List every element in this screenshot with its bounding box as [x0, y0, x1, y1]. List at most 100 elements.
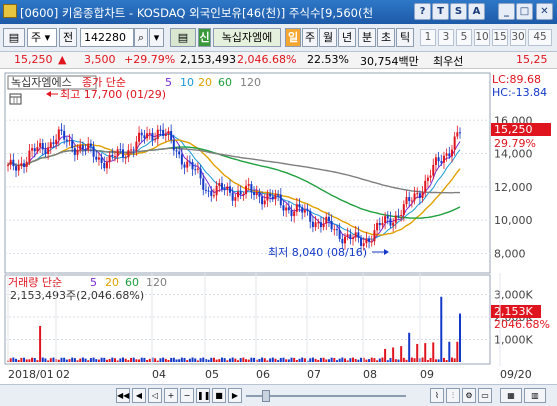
- code-input[interactable]: 142280: [80, 28, 134, 47]
- help-button[interactable]: ?: [414, 3, 431, 20]
- chart-type-a-icon[interactable]: ⌇: [430, 388, 444, 403]
- candle-body: [392, 222, 395, 226]
- scroll-first-icon[interactable]: ◀◀: [116, 388, 130, 403]
- scroll-prev-icon[interactable]: ◀: [132, 388, 146, 403]
- auto-button[interactable]: A: [468, 3, 485, 20]
- period-second[interactable]: 초: [377, 28, 395, 47]
- volume-bar: [459, 313, 461, 362]
- candle-body: [317, 222, 320, 224]
- date-label: 09/20: [500, 368, 532, 381]
- chart-type-icon[interactable]: ▤: [170, 28, 196, 47]
- volume-bar: [89, 358, 92, 362]
- volume-bar: [368, 359, 371, 362]
- interval-45[interactable]: 45: [528, 29, 552, 46]
- grid-icon[interactable]: ▦: [500, 388, 522, 403]
- volume-bar: [322, 357, 325, 362]
- candle-body: [87, 143, 90, 150]
- period-year[interactable]: 년: [338, 28, 356, 47]
- candle-body: [421, 192, 424, 198]
- minimize-button[interactable]: _: [498, 3, 515, 20]
- volume-bar: [113, 358, 116, 362]
- candle-body: [450, 149, 453, 157]
- candle-body: [402, 204, 405, 215]
- volume-bar: [370, 357, 373, 362]
- maximize-button[interactable]: □: [516, 3, 533, 20]
- volume-bar: [242, 357, 245, 362]
- volume-bar: [81, 357, 84, 362]
- stop-icon[interactable]: ■: [212, 388, 226, 403]
- price-volume-chart[interactable]: 녹십자엠에스 종가 단순 5 10 20 60 120 최고 17,700 (0…: [0, 70, 557, 382]
- volume-bar: [237, 360, 240, 362]
- market-select-value: 주: [31, 31, 42, 44]
- search-icon[interactable]: ⌕: [134, 28, 148, 47]
- interval-30[interactable]: 30: [510, 29, 526, 46]
- zoom-out-icon[interactable]: −: [180, 388, 194, 403]
- candle-body: [368, 238, 371, 242]
- scroll-track[interactable]: [246, 395, 406, 397]
- scroll-back-icon[interactable]: ◁: [148, 388, 162, 403]
- fit-icon[interactable]: ▭: [478, 388, 492, 403]
- save-image-button[interactable]: S: [450, 3, 467, 20]
- candle-body: [228, 186, 231, 193]
- candle-body: [162, 129, 165, 136]
- candle-body: [223, 189, 226, 191]
- right-price: 15,25: [516, 53, 548, 66]
- candle-body: [76, 149, 79, 155]
- volume-bar: [400, 346, 403, 362]
- period-week[interactable]: 주: [302, 28, 318, 47]
- candle-body: [314, 222, 317, 228]
- period-minute[interactable]: 분: [358, 28, 376, 47]
- stock-name-button[interactable]: 녹십자엠에: [213, 28, 281, 47]
- candle-body: [343, 236, 346, 244]
- interval-3[interactable]: 3: [438, 29, 454, 46]
- volume-bar: [349, 358, 352, 362]
- candle-body: [306, 210, 309, 212]
- close-button[interactable]: ✕: [536, 3, 553, 20]
- candle-body: [156, 129, 159, 140]
- volume-bar: [354, 359, 357, 362]
- candle-body: [175, 150, 178, 152]
- volume-bar: [258, 358, 261, 362]
- candle-body: [279, 194, 282, 206]
- candle-body: [295, 204, 298, 212]
- candle-body: [204, 189, 207, 191]
- settings-icon[interactable]: ⚙: [462, 388, 476, 403]
- candle-body: [9, 159, 12, 165]
- volume-bar: [360, 357, 363, 362]
- font-button[interactable]: T: [432, 3, 449, 20]
- interval-5[interactable]: 5: [456, 29, 472, 46]
- calendar-icon[interactable]: [9, 93, 22, 105]
- scroll-thumb[interactable]: [262, 390, 270, 402]
- candle-body: [346, 234, 349, 237]
- volume-bar: [352, 357, 355, 362]
- dropdown-icon[interactable]: ▾: [149, 28, 164, 47]
- pause-icon[interactable]: ❚❚: [196, 388, 210, 403]
- chart-type-b-icon[interactable]: ⫶: [446, 388, 460, 403]
- period-month[interactable]: 월: [319, 28, 337, 47]
- new-icon[interactable]: 신: [198, 28, 211, 47]
- candle-body: [335, 229, 338, 231]
- candle-body: [245, 185, 248, 195]
- interval-10[interactable]: 10: [474, 29, 490, 46]
- candle-body: [445, 153, 448, 156]
- candle-body: [349, 234, 352, 240]
- list-icon[interactable]: ▤: [3, 28, 25, 47]
- chart-scroll-bar: ◀◀ ◀ ◁ + − ❚❚ ■ ▶ ⌇ ⫶ ⚙ ▭ ▦ ▥: [0, 384, 557, 406]
- volume-bar: [424, 343, 427, 362]
- scroll-next-icon[interactable]: ▶: [228, 388, 242, 403]
- layout-icon[interactable]: ▥: [524, 388, 546, 403]
- period-day[interactable]: 일: [285, 28, 301, 47]
- volume-bar: [9, 358, 12, 362]
- candle-body: [33, 148, 36, 152]
- candle-body: [242, 194, 245, 196]
- zoom-in-icon[interactable]: +: [164, 388, 178, 403]
- interval-15[interactable]: 15: [492, 29, 508, 46]
- interval-1[interactable]: 1: [420, 29, 436, 46]
- prev-button[interactable]: 전: [59, 28, 77, 47]
- candle-body: [79, 145, 82, 150]
- volume-bar: [167, 359, 170, 362]
- period-tick[interactable]: 틱: [396, 28, 414, 47]
- candle-body: [186, 161, 189, 168]
- volume-bar: [376, 360, 379, 362]
- market-select[interactable]: 주 ▾: [27, 28, 57, 47]
